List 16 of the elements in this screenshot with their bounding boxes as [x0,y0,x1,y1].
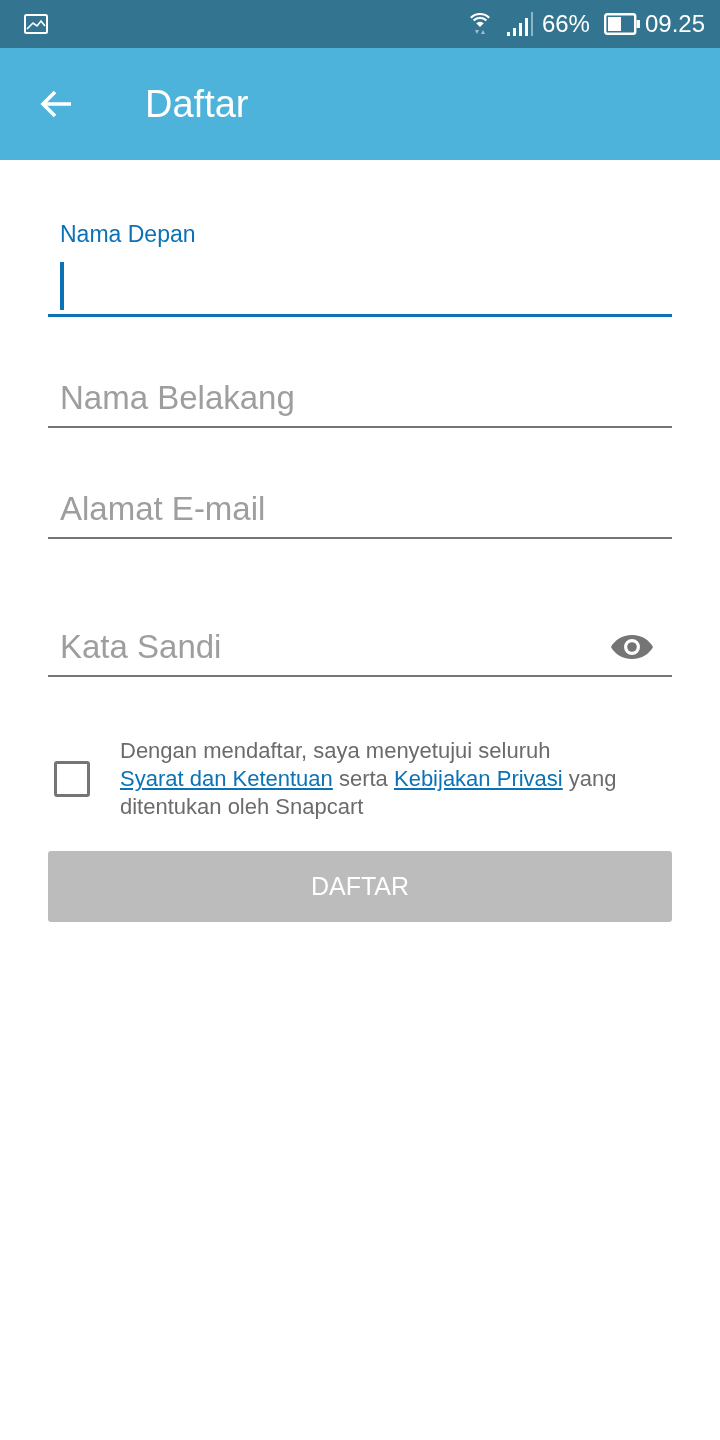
screen-title: Daftar [145,82,249,126]
text-cursor-icon [60,262,64,310]
text-field[interactable]: Nama Belakang [48,370,672,428]
terms-link[interactable]: Kebijakan Privasi [393,766,563,791]
battery-percent: 66% [541,10,590,38]
floating-label: Nama Depan [60,222,196,246]
image-icon [24,14,48,34]
terms-link[interactable]: Syarat dan Ketentuan [120,766,333,791]
terms-checkbox[interactable] [54,761,90,797]
battery-icon [603,13,640,35]
back-arrow-icon [40,90,72,118]
terms-text: Dengan mendaftar, saya menyetujui seluruh Syarat dan Ketentuan serta Kebijakan Privasi yang ditentukan oleh Snapcart [120,737,618,821]
clock-time: 09.25 [644,10,705,38]
email-field[interactable]: Alamat E-mail [48,481,672,539]
signal-icon [506,12,533,36]
eye-icon[interactable] [610,634,654,660]
